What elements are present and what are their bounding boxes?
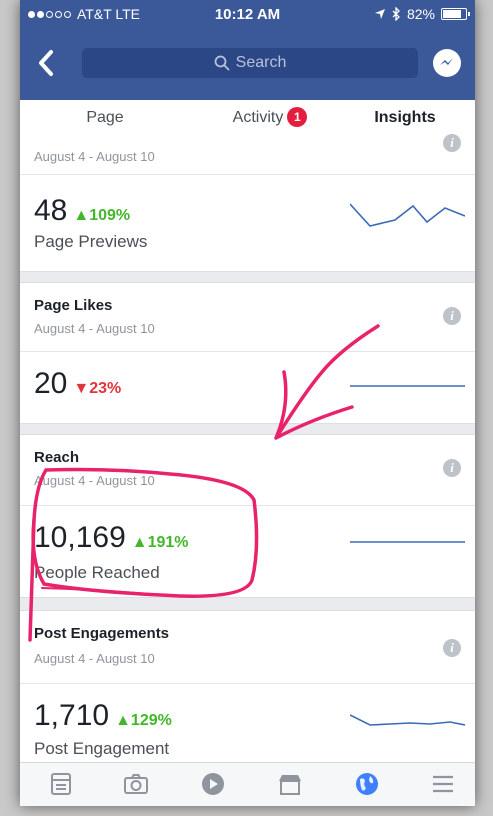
search-placeholder: Search xyxy=(235,54,287,71)
search-icon xyxy=(214,55,230,71)
metric-value-row: 48 ▲109% xyxy=(34,194,130,228)
page-previews-card[interactable]: August 4 - August 10 i 48 ▲109% Page Pre… xyxy=(20,134,475,272)
notification-badge: 1 xyxy=(287,107,308,127)
reach-card[interactable]: Reach August 4 - August 10 i 10,169 ▲191… xyxy=(20,434,475,598)
metric-number: 48 xyxy=(34,194,68,227)
card-divider xyxy=(20,683,475,684)
up-arrow-icon: ▲ xyxy=(115,712,131,729)
metric-number: 10,169 xyxy=(34,521,126,554)
metric-change-value: 191% xyxy=(147,534,189,551)
marketplace-icon[interactable] xyxy=(277,771,303,797)
messenger-button[interactable] xyxy=(433,49,461,77)
info-icon[interactable]: i xyxy=(443,134,461,152)
tab-page-label: Page xyxy=(86,109,124,126)
card-date: August 4 - August 10 xyxy=(34,321,155,336)
metric-value-row: 10,169 ▲191% xyxy=(34,521,189,555)
info-icon[interactable]: i xyxy=(443,307,461,325)
search-bar[interactable]: Search xyxy=(82,48,418,78)
battery-percent: 82% xyxy=(406,6,435,22)
metric-change-value: 23% xyxy=(89,380,122,397)
metric-change-value: 129% xyxy=(130,712,172,729)
sparkline-chart xyxy=(350,714,465,726)
camera-icon[interactable] xyxy=(123,771,149,797)
page-likes-card[interactable]: Page Likes August 4 - August 10 i 20 ▼23… xyxy=(20,282,475,424)
metric-value-row: 1,710 ▲129% xyxy=(34,699,172,733)
metric-label: Page Previews xyxy=(34,232,148,251)
globe-icon[interactable] xyxy=(354,771,380,797)
bottom-nav-bar xyxy=(20,762,475,806)
post-engagements-card[interactable]: Post Engagements August 4 - August 10 i … xyxy=(20,610,475,770)
metric-label: People Reached xyxy=(34,563,160,582)
bluetooth-icon xyxy=(392,7,400,21)
tab-activity-label: Activity xyxy=(232,109,284,126)
metric-change: ▲129% xyxy=(115,712,172,730)
back-chevron-icon[interactable] xyxy=(34,48,58,78)
card-divider xyxy=(20,174,475,175)
metric-label: Post Engagement xyxy=(34,739,170,758)
card-title: Post Engagements xyxy=(34,625,170,642)
video-icon[interactable] xyxy=(200,771,226,797)
card-title: Reach xyxy=(34,449,80,466)
metric-change: ▲191% xyxy=(132,534,189,552)
info-icon[interactable]: i xyxy=(443,639,461,657)
metric-change: ▲109% xyxy=(73,207,130,225)
sparkline-chart xyxy=(350,541,465,543)
metric-number: 1,710 xyxy=(34,699,110,732)
card-divider xyxy=(20,351,475,352)
card-date: August 4 - August 10 xyxy=(34,149,155,164)
tab-insights-label: Insights xyxy=(374,109,436,126)
status-right: 82% xyxy=(374,6,470,22)
metric-change: ▼23% xyxy=(73,380,121,398)
location-arrow-icon xyxy=(374,9,385,19)
metric-number: 20 xyxy=(34,367,68,400)
down-arrow-icon: ▼ xyxy=(73,380,90,397)
messenger-icon xyxy=(440,58,453,65)
card-title: Page Likes xyxy=(34,297,113,314)
info-icon[interactable]: i xyxy=(443,459,461,477)
sparkline-chart xyxy=(350,203,465,227)
card-divider xyxy=(20,505,475,506)
metric-value-row: 20 ▼23% xyxy=(34,367,121,401)
phone-screen: AT&T LTE 10:12 AM 82% Search Page Activi… xyxy=(20,0,475,806)
news-feed-icon[interactable] xyxy=(48,771,74,797)
battery-icon xyxy=(441,8,470,20)
top-header: AT&T LTE 10:12 AM 82% Search xyxy=(20,0,475,100)
card-date: August 4 - August 10 xyxy=(34,473,155,488)
up-arrow-icon: ▲ xyxy=(73,207,90,224)
metric-change-value: 109% xyxy=(89,207,131,224)
status-bar: AT&T LTE 10:12 AM 82% xyxy=(20,4,475,26)
sparkline-chart xyxy=(350,385,465,387)
menu-icon[interactable] xyxy=(430,771,456,797)
up-arrow-icon: ▲ xyxy=(131,534,148,551)
card-date: August 4 - August 10 xyxy=(34,651,155,666)
